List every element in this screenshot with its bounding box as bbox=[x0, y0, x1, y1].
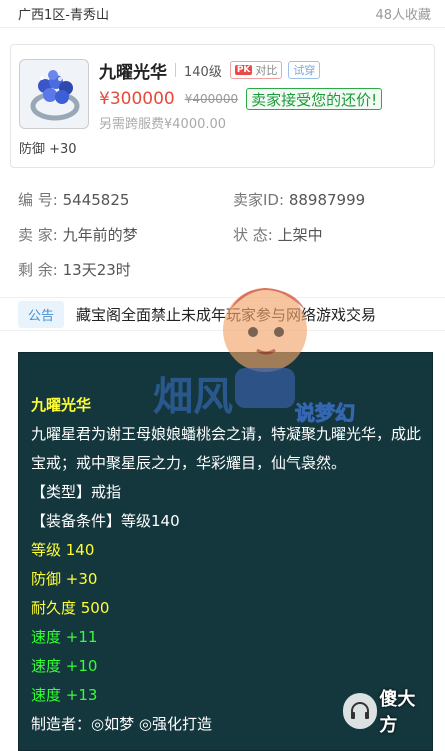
status-value: 上架中 bbox=[277, 226, 323, 244]
notice-badge: 公告 bbox=[18, 300, 65, 328]
notice-bar[interactable]: 公告 藏宝阁全面禁止未成年玩家参与网络游戏交易 bbox=[0, 297, 445, 331]
status-label: 状 态: bbox=[233, 226, 273, 244]
id-label: 编 号: bbox=[18, 191, 58, 209]
remain-value: 13天23时 bbox=[62, 261, 131, 279]
pk-icon: PK bbox=[234, 65, 253, 75]
item-name: 九曜光华 bbox=[99, 62, 167, 83]
favorites-count[interactable]: 48人收藏 bbox=[375, 4, 431, 23]
item-card: 九曜光华 140级 PK 对比 试穿 ¥300000 ¥400000 卖家接受您… bbox=[10, 44, 435, 168]
server-name[interactable]: 广西1区-青秀山 bbox=[18, 4, 109, 23]
seller-value[interactable]: 九年前的梦 bbox=[63, 226, 138, 244]
headphone-icon bbox=[343, 693, 378, 729]
seller-id-value: 88987999 bbox=[288, 191, 366, 209]
original-price: ¥400000 bbox=[184, 92, 239, 106]
desc-speed-1: 速度 +11 bbox=[31, 628, 98, 646]
desc-defense: 防御 +30 bbox=[31, 570, 98, 588]
notice-text: 藏宝阁全面禁止未成年玩家参与网络游戏交易 bbox=[76, 305, 377, 324]
bargain-badge[interactable]: 卖家接受您的还价! bbox=[246, 88, 383, 110]
desc-type: 【类型】戒指 bbox=[31, 483, 122, 501]
corner-logo: 傻大方 bbox=[343, 689, 431, 736]
compare-button[interactable]: PK 对比 bbox=[229, 61, 283, 79]
item-defense: 防御 +30 bbox=[19, 142, 77, 157]
try-on-label: 试穿 bbox=[293, 64, 316, 77]
desc-lore: 九曜星君为谢王母娘娘蟠桃会之请，特凝聚九曜光华，成此宝戒；戒中聚星辰之力，华彩耀… bbox=[31, 425, 422, 472]
desc-speed-2: 速度 +10 bbox=[31, 657, 98, 675]
desc-requirement: 【装备条件】等级140 bbox=[31, 512, 180, 530]
desc-level: 等级 140 bbox=[31, 541, 95, 559]
top-bar: 广西1区-青秀山 48人收藏 bbox=[0, 0, 445, 28]
ring-icon bbox=[30, 70, 80, 121]
remain-label: 剩 余: bbox=[18, 261, 58, 279]
desc-title: 九曜光华 bbox=[31, 396, 92, 414]
seller-id-label: 卖家ID: bbox=[233, 191, 285, 209]
item-thumbnail[interactable] bbox=[19, 59, 89, 129]
try-on-button[interactable]: 试穿 bbox=[288, 61, 321, 79]
seller-label: 卖 家: bbox=[18, 226, 58, 244]
details-section: 编 号: 5445825 卖家ID: 88987999 卖 家: 九年前的梦 状… bbox=[0, 182, 445, 287]
compare-label: 对比 bbox=[255, 64, 278, 77]
id-value: 5445825 bbox=[62, 191, 130, 209]
divider bbox=[175, 63, 176, 77]
item-level: 140级 bbox=[184, 64, 222, 80]
current-price: ¥300000 bbox=[99, 89, 175, 109]
service-fee: 另需跨服费¥4000.00 bbox=[99, 117, 227, 132]
corner-logo-text: 傻大方 bbox=[379, 689, 416, 736]
desc-durability: 耐久度 500 bbox=[31, 599, 110, 617]
